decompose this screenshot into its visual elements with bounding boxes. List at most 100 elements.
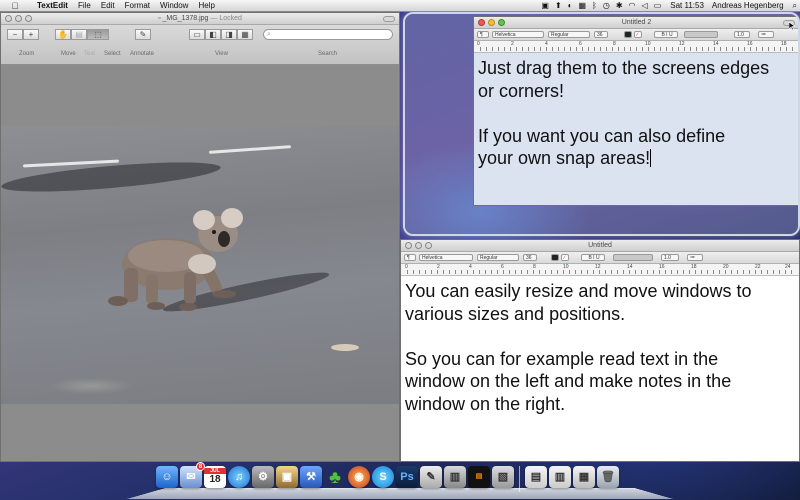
font-size-field[interactable]: 36 <box>523 254 537 261</box>
document-stack-icon[interactable]: ▤ <box>525 466 547 488</box>
alignment-buttons[interactable] <box>613 254 653 261</box>
minimize-button[interactable] <box>415 242 422 249</box>
preview-window: ▫ _MG_1378.jpg — Locked − + ✋ ▤ ⬚ ✎ ▭ ◧ … <box>0 12 400 462</box>
menu-file[interactable]: File <box>73 0 96 12</box>
highlight-color-well[interactable]: ∕ <box>634 31 642 38</box>
wifi-icon[interactable]: ◠ <box>626 0 639 12</box>
text-line: So you can for example read text in the <box>405 348 719 369</box>
time-machine-icon[interactable]: ◷ <box>600 0 613 12</box>
skype-icon[interactable]: S <box>372 466 394 488</box>
annotate-icon[interactable]: ✎ <box>135 29 151 40</box>
font-family-select[interactable]: Helvetica <box>419 254 473 261</box>
text-color-well[interactable] <box>624 31 632 38</box>
format-bar: ¶ Helvetica Regular 36 ∕ B I U 1.0 ≔ <box>474 29 798 41</box>
menu-extra-icon[interactable]: ◐ <box>565 0 576 12</box>
font-style-select[interactable]: Regular <box>548 31 590 38</box>
bold-italic-underline-buttons[interactable]: B I U <box>581 254 605 261</box>
preview-titlebar[interactable]: ▫ _MG_1378.jpg — Locked <box>1 13 399 25</box>
zoom-button[interactable] <box>425 242 432 249</box>
textedit-titlebar[interactable]: Untitled 2 <box>474 17 798 29</box>
list-style-select[interactable]: ≔ <box>687 254 703 261</box>
menu-extra-icon[interactable]: ⬆ <box>552 0 565 12</box>
move-tool-icon[interactable]: ✋ <box>55 29 71 40</box>
battery-icon[interactable]: ▭ <box>651 0 665 12</box>
search-field[interactable]: ⌕ <box>263 29 393 40</box>
zoom-out-icon[interactable]: − <box>7 29 23 40</box>
alignment-buttons[interactable] <box>684 31 718 38</box>
font-style-select[interactable]: Regular <box>477 254 519 261</box>
zoom-in-icon[interactable]: + <box>23 29 39 40</box>
bluetooth-alt-icon[interactable]: ✱ <box>613 0 626 12</box>
pages-app-icon[interactable]: ▧ <box>492 466 514 488</box>
ruler[interactable]: 0 2 4 6 8 10 12 14 16 18 <box>474 41 798 53</box>
annotate-label: Annotate <box>130 51 155 57</box>
photoshop-icon[interactable]: Ps <box>396 466 418 488</box>
spotlight-search-icon[interactable]: ⌕ <box>790 0 800 12</box>
view-grid-icon[interactable]: ▦ <box>237 29 253 40</box>
textedit-icon[interactable]: ✎ <box>420 466 442 488</box>
bluetooth-icon[interactable]: ᛒ <box>589 0 600 12</box>
firefox-icon[interactable]: ◉ <box>348 466 370 488</box>
text-line: You can easily resize and move windows t… <box>405 281 752 301</box>
menu-help[interactable]: Help <box>193 0 219 12</box>
activity-monitor-icon[interactable]: ▤ <box>468 466 490 488</box>
minimize-button[interactable] <box>15 15 22 22</box>
text-area[interactable]: Just drag them to the screens edges or c… <box>474 53 798 205</box>
itunes-icon[interactable]: ♫ <box>228 466 250 488</box>
close-button[interactable] <box>5 15 12 22</box>
view-sidebar-right-icon[interactable]: ◨ <box>221 29 237 40</box>
koala-photo[interactable] <box>1 126 399 404</box>
toolbar-toggle-button[interactable] <box>383 16 395 22</box>
line-spacing-select[interactable]: 1.0 <box>734 31 750 38</box>
view-sidebar-icon[interactable]: ◧ <box>205 29 221 40</box>
iphoto-icon[interactable]: ▣ <box>276 466 298 488</box>
font-size-field[interactable]: 36 <box>594 31 608 38</box>
ruler[interactable]: 0 2 4 6 8 10 12 14 16 18 20 22 24 <box>401 264 799 276</box>
text-color-well[interactable] <box>551 254 559 261</box>
highlight-color-well[interactable]: ∕ <box>561 254 569 261</box>
close-button[interactable] <box>478 19 485 26</box>
mail-icon[interactable]: ✉ 8 <box>180 462 205 488</box>
zoom-button[interactable] <box>498 19 505 26</box>
zoom-label: Zoom <box>19 51 35 57</box>
menu-user[interactable]: Andreas Hegenberg <box>710 0 790 12</box>
calendar-icon[interactable]: JUL 18 <box>204 466 226 488</box>
volume-icon[interactable]: ◁ <box>639 0 651 12</box>
instrument-app-icon[interactable]: ▥ <box>444 466 466 488</box>
trash-icon[interactable]: 🗑 <box>597 466 619 488</box>
applications-stack-icon[interactable]: ▦ <box>573 466 595 488</box>
font-family-select[interactable]: Helvetica <box>492 31 544 38</box>
view-single-icon[interactable]: ▭ <box>189 29 205 40</box>
menu-extra-icon[interactable]: ▦ <box>575 0 589 12</box>
downloads-stack-icon[interactable]: ▥ <box>549 466 571 488</box>
close-button[interactable] <box>405 242 412 249</box>
text-cursor <box>650 149 652 167</box>
menu-window[interactable]: Window <box>155 0 193 12</box>
finder-icon[interactable]: ☺ <box>156 466 178 488</box>
line-spacing-select[interactable]: 1.0 <box>661 254 679 261</box>
menu-extra-icon[interactable]: ▣ <box>538 0 552 12</box>
apple-menu-icon[interactable]:  <box>10 0 20 12</box>
menu-format[interactable]: Format <box>120 0 155 12</box>
minimize-button[interactable] <box>488 19 495 26</box>
menu-clock[interactable]: Sat 11:53 <box>664 0 710 12</box>
paragraph-style-select[interactable]: ¶ <box>477 31 489 38</box>
system-preferences-icon[interactable]: ⚙ <box>252 466 274 488</box>
menu-bar:  TextEdit File Edit Format Window Help … <box>0 0 800 12</box>
text-line: window on the right. <box>405 393 566 414</box>
snap-area-preview: Untitled 2 ¶ Helvetica Regular 36 ∕ B I … <box>403 12 800 236</box>
menu-edit[interactable]: Edit <box>96 0 120 12</box>
mouse-pointer-icon <box>788 17 796 31</box>
text-area[interactable]: You can easily resize and move windows t… <box>401 276 799 461</box>
bold-italic-underline-buttons[interactable]: B I U <box>654 31 678 38</box>
textedit-window-untitled-2: Untitled 2 ¶ Helvetica Regular 36 ∕ B I … <box>473 16 798 206</box>
select-tool-icon[interactable]: ⬚ <box>87 29 109 40</box>
textedit-titlebar[interactable]: Untitled <box>401 240 799 252</box>
xcode-icon[interactable]: ⚒ <box>300 466 322 488</box>
menu-app-name[interactable]: TextEdit <box>32 0 73 12</box>
paragraph-style-select[interactable]: ¶ <box>404 254 416 261</box>
adium-icon[interactable]: ♣ <box>324 466 346 488</box>
zoom-button[interactable] <box>25 15 32 22</box>
text-tool-icon[interactable]: ▤ <box>71 29 87 40</box>
list-style-select[interactable]: ≔ <box>758 31 774 38</box>
